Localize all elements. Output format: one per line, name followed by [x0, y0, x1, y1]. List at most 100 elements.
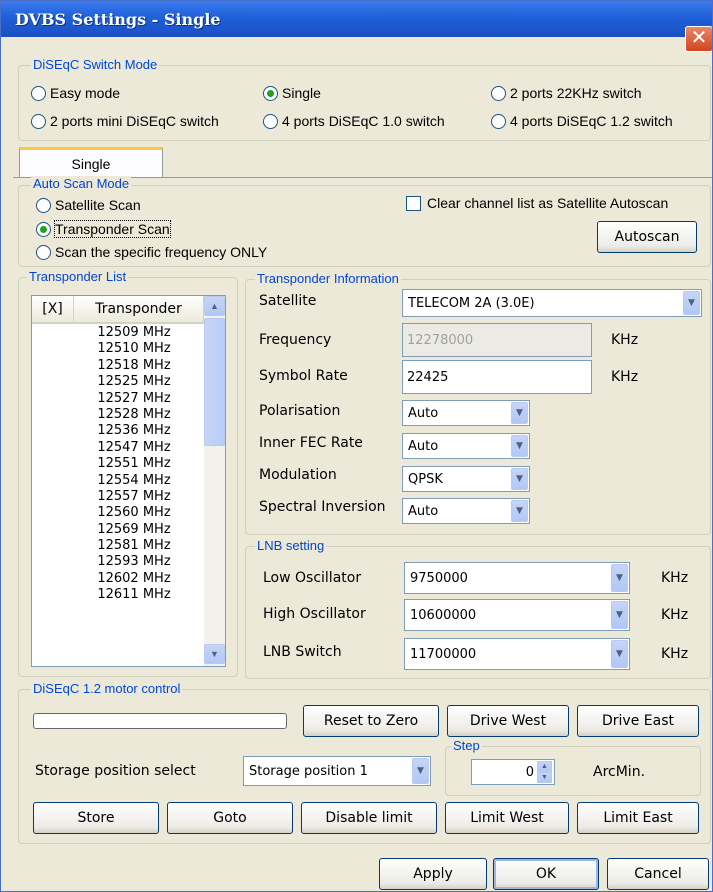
row-checkbox-cell[interactable]	[32, 341, 74, 357]
high-oscillator-select[interactable]: 10600000 ▼	[404, 599, 630, 631]
table-row[interactable]: 12557 MHz	[32, 489, 204, 505]
dvbs-settings-dialog: DVBS Settings - Single ✕ DiSEqC Switch M…	[0, 0, 713, 892]
row-checkbox-cell[interactable]	[32, 456, 74, 472]
radio-2ports-mini-diseqc[interactable]: 2 ports mini DiSEqC switch	[31, 113, 219, 129]
tab-single[interactable]: Single	[19, 147, 163, 177]
row-checkbox-cell[interactable]	[32, 440, 74, 456]
column-header-transponder[interactable]: Transponder	[74, 296, 204, 322]
row-checkbox-cell[interactable]	[32, 554, 74, 570]
chevron-down-icon: ▼	[511, 500, 528, 522]
chevron-down-icon: ▼	[412, 758, 429, 784]
row-checkbox-cell[interactable]	[32, 538, 74, 554]
lnb-switch-select[interactable]: 11700000 ▼	[404, 638, 630, 670]
transponder-list[interactable]: [X] Transponder 12509 MHz 12510 MHz 12518 …	[31, 295, 226, 667]
row-checkbox-cell[interactable]	[32, 358, 74, 374]
clear-channel-checkbox[interactable]: Clear channel list as Satellite Autoscan	[406, 195, 668, 211]
radio-specific-frequency[interactable]: Scan the specific frequency ONLY	[36, 244, 267, 260]
table-row[interactable]: 12551 MHz	[32, 456, 204, 472]
step-unit: ArcMin.	[593, 764, 646, 780]
scroll-thumb[interactable]	[204, 318, 225, 446]
spin-down-icon[interactable]: ▼	[537, 772, 552, 783]
reset-to-zero-button[interactable]: Reset to Zero	[303, 705, 439, 737]
radio-4ports-diseqc-12[interactable]: 4 ports DiSEqC 1.2 switch	[491, 113, 673, 129]
row-checkbox-cell[interactable]	[32, 423, 74, 439]
table-row[interactable]: 12528 MHz	[32, 407, 204, 423]
spin-up-icon[interactable]: ▲	[537, 761, 552, 772]
polarisation-label: Polarisation	[259, 403, 341, 419]
radio-4ports-diseqc-10[interactable]: 4 ports DiSEqC 1.0 switch	[263, 113, 445, 129]
limit-east-button[interactable]: Limit East	[577, 802, 699, 834]
radio-single[interactable]: Single	[263, 85, 321, 101]
row-checkbox-cell[interactable]	[32, 571, 74, 587]
goto-button[interactable]: Goto	[167, 802, 293, 834]
spectral-inversion-select[interactable]: Auto ▼	[402, 498, 530, 524]
column-header-check[interactable]: [X]	[32, 296, 74, 322]
radio-circle-icon	[36, 197, 51, 213]
chevron-down-icon: ▼	[511, 435, 528, 457]
apply-button[interactable]: Apply	[379, 858, 487, 890]
table-row[interactable]: 12518 MHz	[32, 358, 204, 374]
frequency-field[interactable]: 12278000	[402, 323, 592, 357]
radio-circle-icon	[31, 85, 46, 101]
table-row[interactable]: 12593 MHz	[32, 554, 204, 570]
table-row[interactable]: 12509 MHz	[32, 325, 204, 341]
row-transponder-cell: 12611 MHz	[97, 587, 171, 603]
row-checkbox-cell[interactable]	[32, 587, 74, 603]
chevron-down-icon: ▼	[611, 640, 628, 668]
autoscan-button[interactable]: Autoscan	[597, 221, 697, 253]
radio-easy-mode[interactable]: Easy mode	[31, 85, 120, 101]
disable-limit-button[interactable]: Disable limit	[301, 802, 437, 834]
storage-position-select[interactable]: Storage position 1 ▼	[243, 756, 431, 786]
ok-button[interactable]: OK	[493, 858, 599, 890]
table-row[interactable]: 12527 MHz	[32, 391, 204, 407]
radio-circle-icon	[31, 113, 46, 129]
table-row[interactable]: 12525 MHz	[32, 374, 204, 390]
list-scrollbar[interactable]: ▲ ▼	[204, 296, 225, 666]
polarisation-select[interactable]: Auto ▼	[402, 400, 530, 426]
table-row[interactable]: 12547 MHz	[32, 440, 204, 456]
table-row[interactable]: 12602 MHz	[32, 571, 204, 587]
table-row[interactable]: 12581 MHz	[32, 538, 204, 554]
transponder-list-legend: Transponder List	[27, 269, 129, 284]
row-checkbox-cell[interactable]	[32, 522, 74, 538]
close-button[interactable]: ✕	[685, 26, 712, 52]
symbol-rate-field[interactable]: 22425	[402, 360, 592, 394]
row-transponder-cell: 12560 MHz	[97, 505, 171, 521]
radio-transponder-scan[interactable]: Transponder Scan	[36, 220, 171, 238]
chevron-down-icon: ▼	[511, 402, 528, 424]
row-transponder-cell: 12557 MHz	[97, 488, 171, 504]
step-spinner[interactable]: ▲ ▼	[537, 761, 552, 783]
table-row[interactable]: 12611 MHz	[32, 587, 204, 603]
row-checkbox-cell[interactable]	[32, 374, 74, 390]
lnb-switch-label: LNB Switch	[263, 644, 342, 660]
cancel-button[interactable]: Cancel	[607, 858, 709, 890]
limit-west-button[interactable]: Limit West	[445, 802, 569, 834]
table-row[interactable]: 12569 MHz	[32, 522, 204, 538]
table-row[interactable]: 12510 MHz	[32, 341, 204, 357]
table-row[interactable]: 12554 MHz	[32, 473, 204, 489]
row-checkbox-cell[interactable]	[32, 505, 74, 521]
inner-fec-select[interactable]: Auto ▼	[402, 433, 530, 459]
row-checkbox-cell[interactable]	[32, 489, 74, 505]
row-checkbox-cell[interactable]	[32, 391, 74, 407]
satellite-select[interactable]: TELECOM 2A (3.0E) ▼	[402, 289, 702, 317]
low-oscillator-select[interactable]: 9750000 ▼	[404, 562, 630, 594]
row-checkbox-cell[interactable]	[32, 325, 74, 341]
store-button[interactable]: Store	[33, 802, 159, 834]
row-transponder-cell: 12569 MHz	[97, 521, 171, 537]
radio-selected-icon	[263, 85, 278, 101]
modulation-label: Modulation	[259, 467, 337, 483]
table-row[interactable]: 12560 MHz	[32, 505, 204, 521]
radio-2ports-22khz[interactable]: 2 ports 22KHz switch	[491, 85, 642, 101]
row-checkbox-cell[interactable]	[32, 473, 74, 489]
drive-east-button[interactable]: Drive East	[577, 705, 699, 737]
drive-west-button[interactable]: Drive West	[447, 705, 569, 737]
scroll-up-icon[interactable]: ▲	[204, 296, 225, 316]
scroll-down-icon[interactable]: ▼	[204, 644, 225, 664]
row-transponder-cell: 12536 MHz	[97, 423, 171, 439]
modulation-select[interactable]: QPSK ▼	[402, 466, 530, 492]
row-checkbox-cell[interactable]	[32, 407, 74, 423]
table-row[interactable]: 12536 MHz	[32, 423, 204, 439]
radio-satellite-scan[interactable]: Satellite Scan	[36, 197, 141, 213]
low-oscillator-label: Low Oscillator	[263, 570, 362, 586]
